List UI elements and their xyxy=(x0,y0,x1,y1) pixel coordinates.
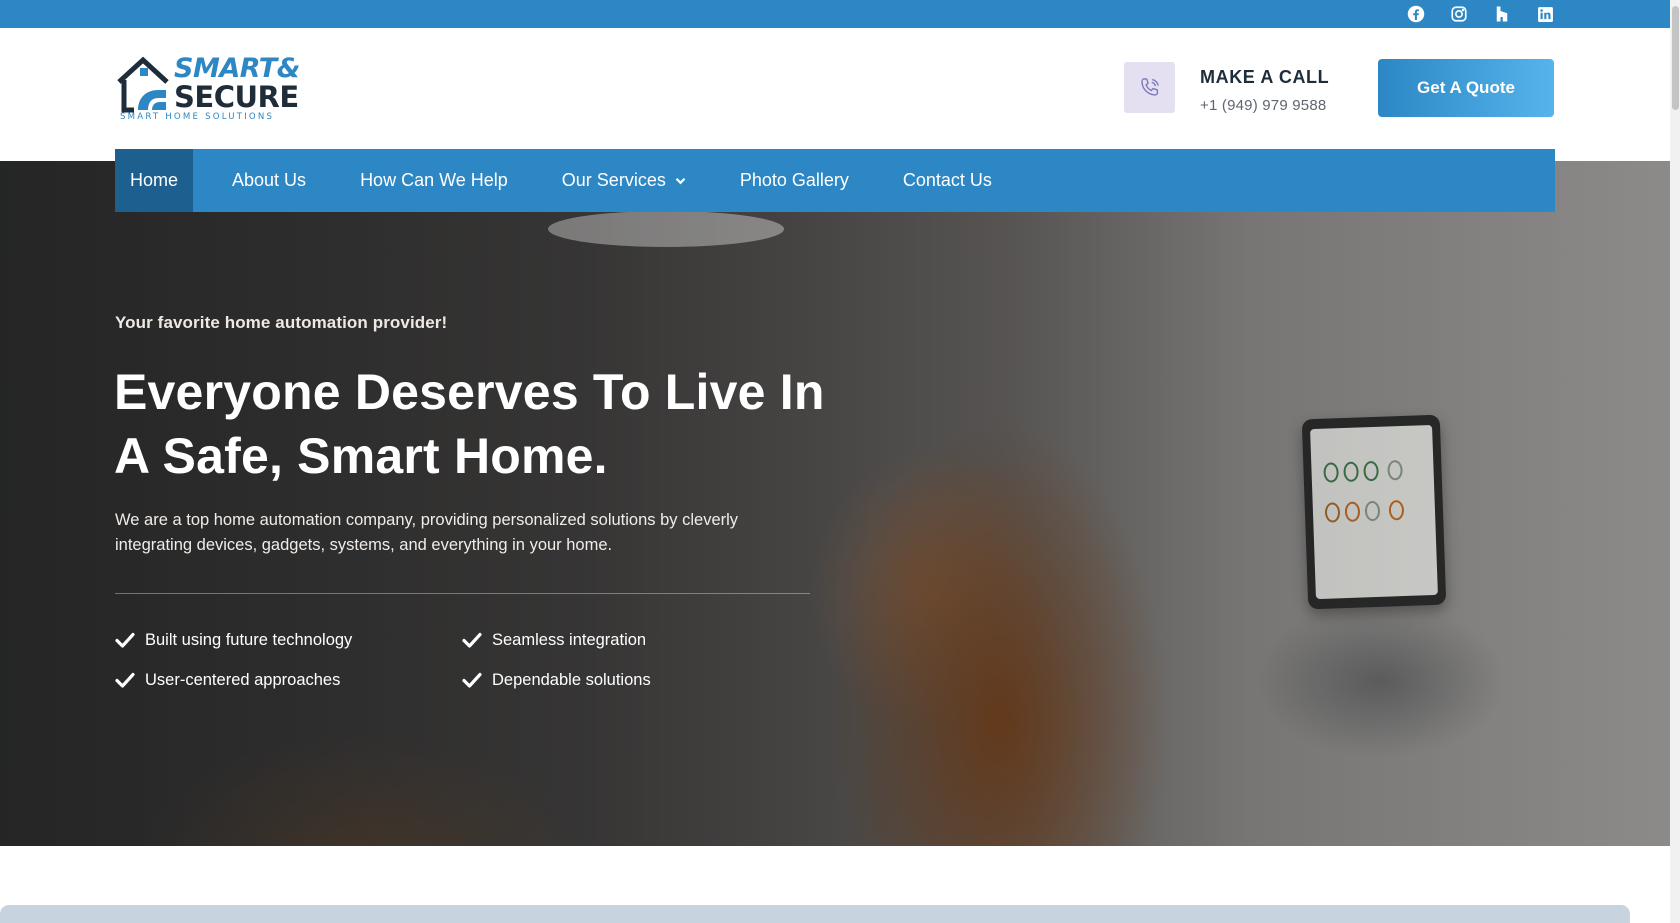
nav-item-about-us[interactable]: About Us xyxy=(205,149,333,212)
nav-item-label: Photo Gallery xyxy=(739,170,849,190)
facebook-icon[interactable] xyxy=(1405,4,1427,24)
linkedin-icon[interactable] xyxy=(1534,4,1556,24)
feature-label: Seamless integration xyxy=(492,630,647,649)
chevron-down-icon xyxy=(675,177,686,185)
hero-description: We are a top home automation company, pr… xyxy=(115,511,739,554)
nav-item-contact-us[interactable]: Contact Us xyxy=(876,149,1019,212)
feature-item: Built using future technology xyxy=(115,630,352,650)
next-section-edge xyxy=(0,905,1630,923)
make-a-call-label: MAKE A CALL xyxy=(1200,67,1330,87)
feature-label: User-centered approaches xyxy=(145,670,341,689)
hero-headline: Everyone Deserves To Live In A Safe, Sma… xyxy=(114,360,874,488)
page-scrollbar[interactable] xyxy=(1670,0,1680,923)
nav-item-home[interactable]: Home xyxy=(115,149,194,212)
check-icon xyxy=(462,670,484,690)
hero-headline-line1: Everyone Deserves To Live In xyxy=(114,364,825,420)
nav-item-label: How Can We Help xyxy=(360,170,508,190)
hero-divider xyxy=(115,593,810,594)
top-social-bar xyxy=(0,0,1670,28)
nav-item-photo-gallery[interactable]: Photo Gallery xyxy=(713,149,876,212)
house-logo-mark xyxy=(117,56,169,113)
check-icon xyxy=(115,630,137,650)
feature-label: Built using future technology xyxy=(145,630,353,649)
feature-item: Dependable solutions xyxy=(462,670,651,690)
hero-subtitle: Your favorite home automation provider! xyxy=(115,313,448,332)
instagram-icon[interactable] xyxy=(1448,4,1470,24)
houzz-icon[interactable] xyxy=(1491,4,1513,24)
hero-overlay xyxy=(0,161,1670,846)
nav-item-label: Home xyxy=(130,170,179,190)
feature-label: Dependable solutions xyxy=(492,670,651,689)
logo-tagline: SMART HOME SOLUTIONS xyxy=(120,112,275,122)
scrollbar-thumb[interactable] xyxy=(1672,6,1679,110)
site-logo[interactable]: SMART& SECURE SMART HOME SOLUTIONS xyxy=(116,52,316,126)
logo-wordmark-line1: SMART& xyxy=(174,53,300,84)
hero-section xyxy=(0,161,1670,846)
main-nav: Home About Us How Can We Help Our Servic… xyxy=(115,149,1555,212)
logo-wordmark-line2: SECURE xyxy=(174,80,299,114)
feature-item: Seamless integration xyxy=(462,630,646,650)
nav-item-label: About Us xyxy=(232,170,307,190)
phone-number[interactable]: +1 (949) 979 9588 xyxy=(1200,97,1326,114)
phone-icon xyxy=(1140,77,1159,96)
get-a-quote-button[interactable]: Get A Quote xyxy=(1378,59,1554,117)
nav-item-our-services[interactable]: Our Services xyxy=(535,149,713,212)
check-icon xyxy=(462,630,484,650)
feature-item: User-centered approaches xyxy=(115,670,340,690)
phone-icon-box xyxy=(1124,62,1175,113)
nav-item-label: Contact Us xyxy=(902,170,992,190)
hero-headline-line2: A Safe, Smart Home. xyxy=(114,428,608,484)
nav-item-how-can-we-help[interactable]: How Can We Help xyxy=(333,149,535,212)
nav-item-label: Our Services xyxy=(561,170,666,190)
check-icon xyxy=(115,670,137,690)
